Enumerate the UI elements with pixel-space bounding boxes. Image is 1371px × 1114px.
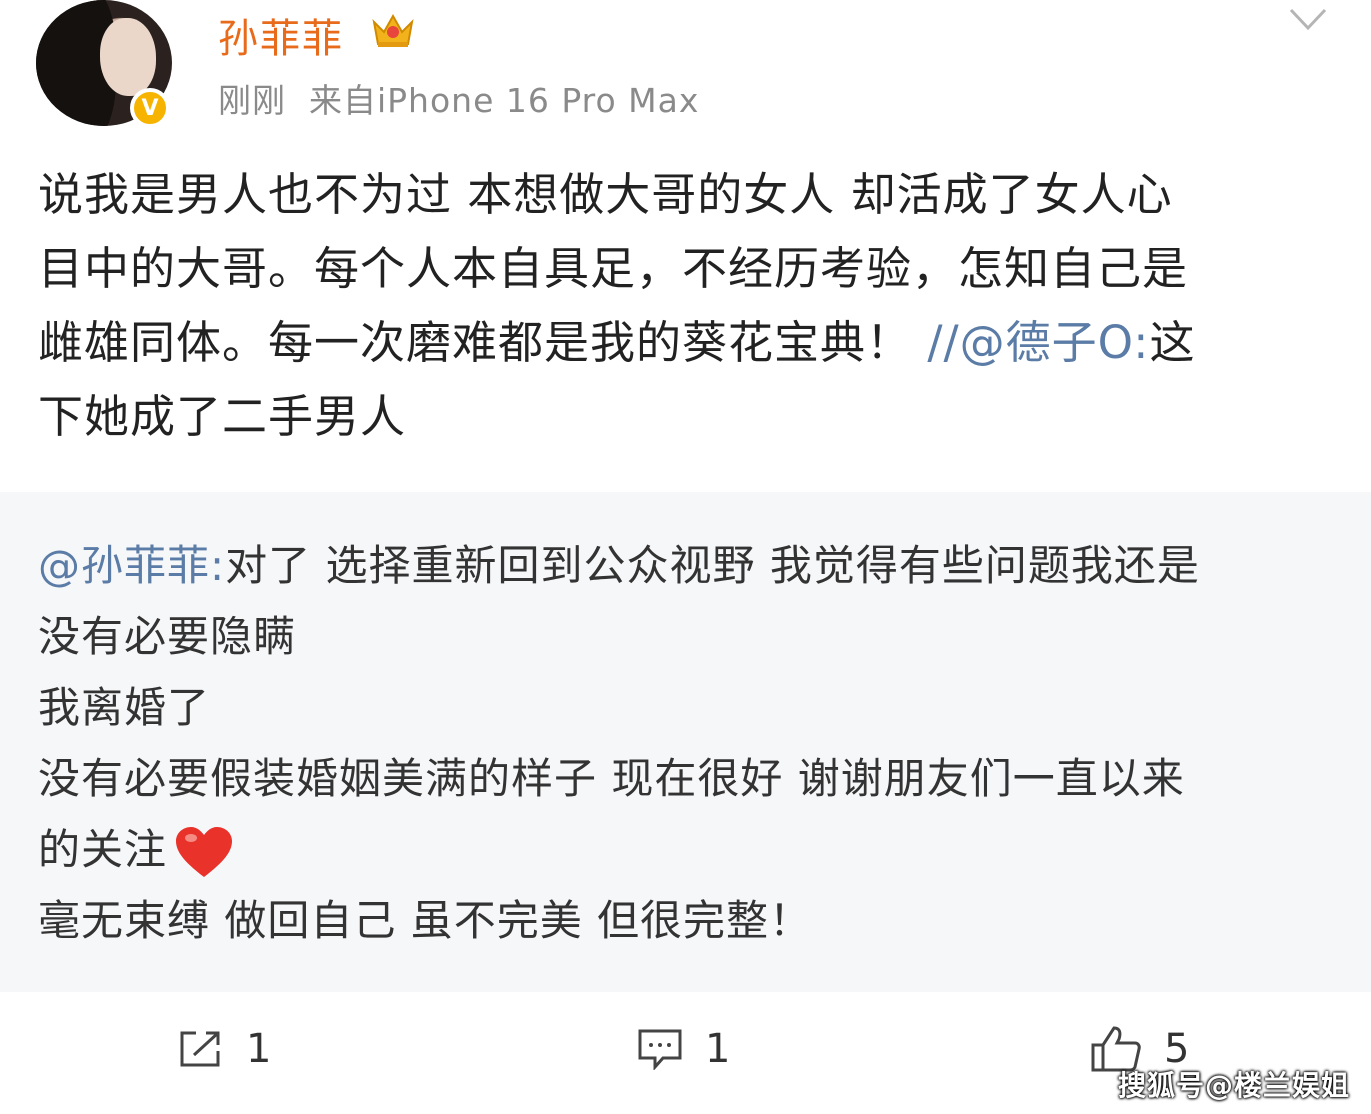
watermark: 搜狐号@楼兰娱姐 (1118, 1069, 1351, 1102)
post-line: 下她成了二手男人 (38, 390, 407, 443)
repost-line: @孙菲菲:对了 选择重新回到公众视野 我觉得有些问题我还是 (38, 530, 1338, 601)
repost-line-text: 对了 选择重新回到公众视野 我觉得有些问题我还是 (225, 541, 1200, 590)
share-icon (180, 1031, 220, 1067)
repost-line: 没有必要假装婚姻美满的样子 现在很好 谢谢朋友们一直以来 (38, 754, 1185, 803)
post-line-text: 雌雄同体。每一次磨难都是我的葵花宝典！ (38, 316, 913, 369)
post-body: 说我是男人也不为过 本想做大哥的女人 却活成了女人心 目中的大哥。每个人本自具足… (38, 158, 1328, 454)
repost-line: 的关注 (38, 814, 1338, 885)
post-line: 目中的大哥。每个人本自具足，不经历考验，怎知自己是 (38, 242, 1189, 295)
weibo-post: V 孙菲菲 刚刚 来自iPhone 16 Pro Max 说我是男人也不为过 本… (0, 0, 1371, 1114)
post-line-text: 这 (1149, 316, 1196, 369)
mention-link[interactable]: @孙菲菲: (38, 541, 225, 590)
comment-icon (638, 1029, 682, 1070)
repost-line-text: 的关注 (38, 825, 168, 874)
comment-count: 1 (705, 1026, 731, 1072)
repost-body: @孙菲菲:对了 选择重新回到公众视野 我觉得有些问题我还是 没有必要隐瞒 我离婚… (38, 530, 1338, 956)
post-line: 雌雄同体。每一次磨难都是我的葵花宝典！ //@德子O:这 (38, 306, 1328, 380)
repost-line: 我离婚了 (38, 683, 211, 732)
verified-badge-icon: V (130, 88, 170, 128)
chevron-down-icon[interactable] (1288, 6, 1328, 34)
repost-line: 没有必要隐瞒 (38, 612, 297, 661)
post-line: 说我是男人也不为过 本想做大哥的女人 却活成了女人心 (38, 168, 1173, 221)
username[interactable]: 孙菲菲 (218, 6, 344, 64)
share-count: 1 (246, 1026, 272, 1072)
mention-link[interactable]: //@德子O: (927, 316, 1149, 369)
crown-icon (372, 13, 414, 47)
repost-line: 毫无束缚 做回自己 虽不完美 但很完整！ (38, 896, 813, 945)
post-meta: 刚刚 来自iPhone 16 Pro Max (218, 81, 700, 120)
share-button[interactable]: 1 (178, 1024, 271, 1074)
heart-icon (176, 826, 233, 877)
comment-button[interactable]: 1 (637, 1024, 730, 1074)
